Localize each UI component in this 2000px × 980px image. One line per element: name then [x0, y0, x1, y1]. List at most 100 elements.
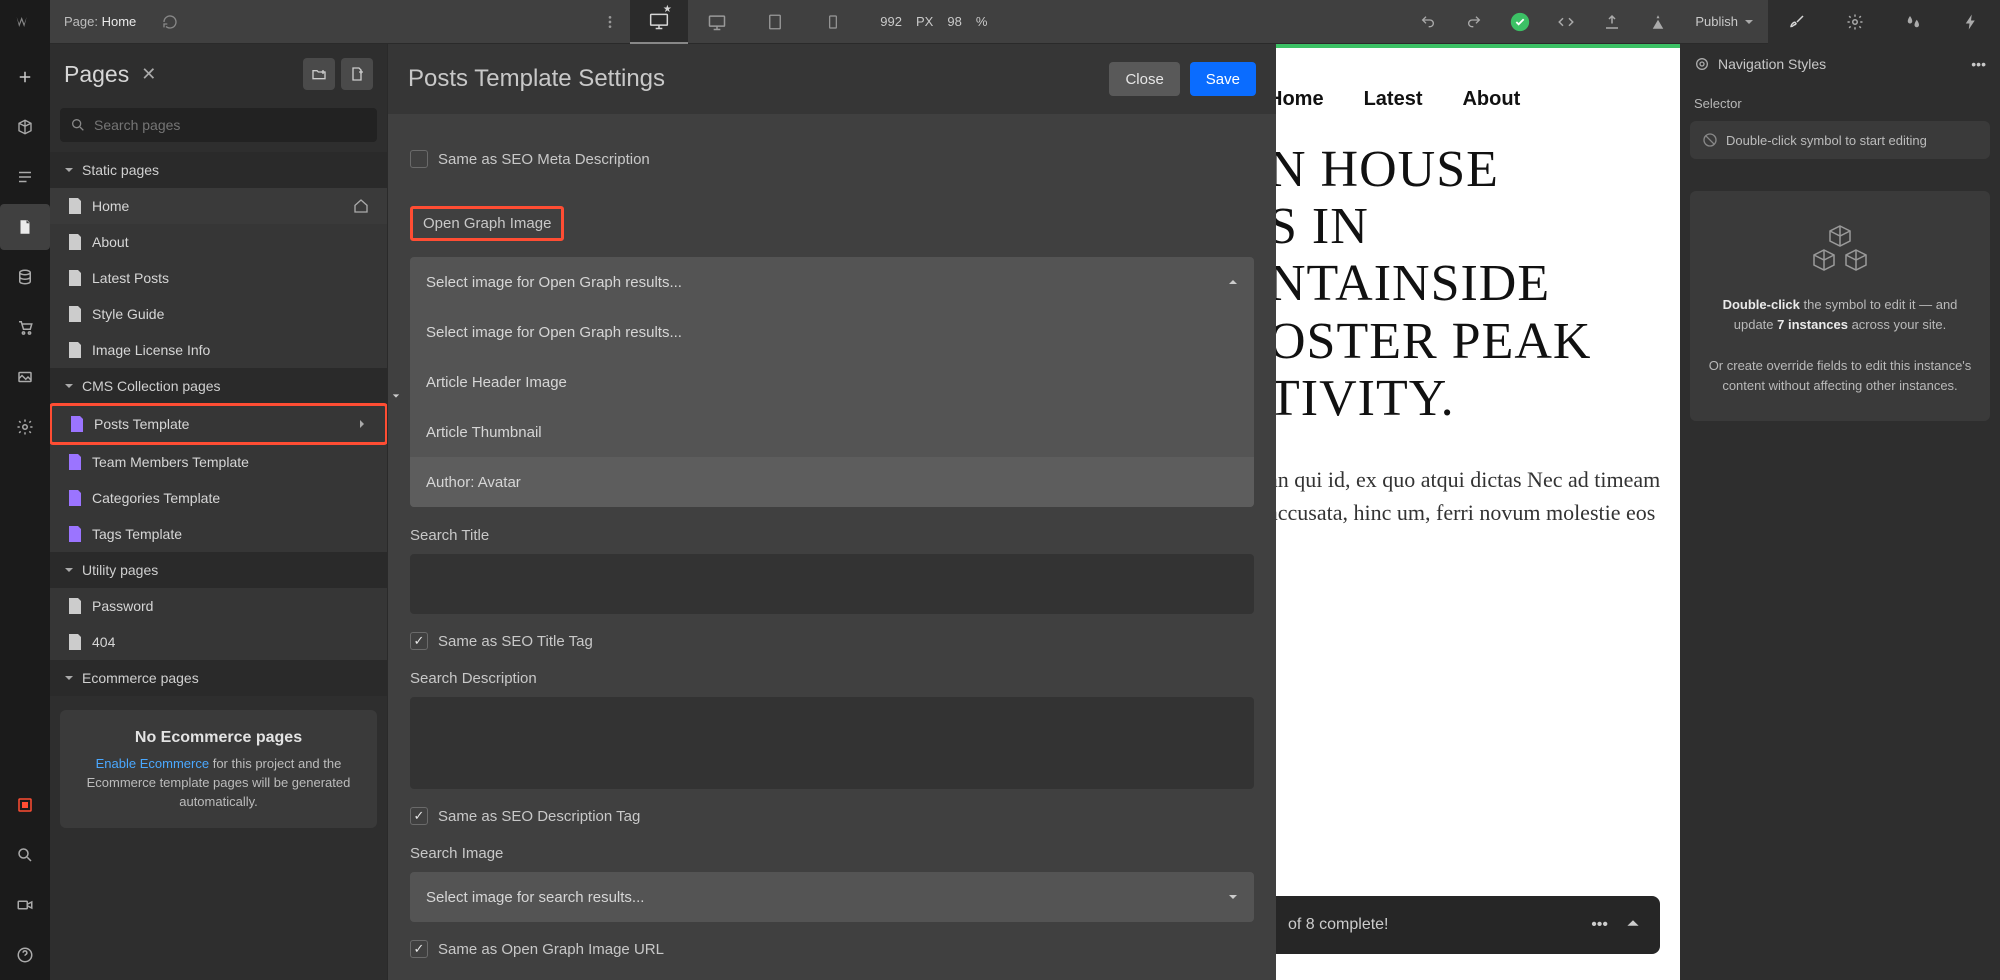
checkbox-checked-icon[interactable]	[410, 632, 428, 650]
add-icon[interactable]	[0, 54, 50, 100]
search-description-label: Search Description	[410, 670, 1254, 687]
bolt-icon[interactable]	[1942, 0, 2000, 44]
page-item-team-members[interactable]: Team Members Template	[50, 444, 387, 480]
desktop-large-icon[interactable]: ★	[630, 0, 688, 44]
audit-icon[interactable]	[1635, 0, 1681, 44]
page-prefix: Page:	[64, 14, 98, 29]
symbol-help-card: Double-click the symbol to edit it — and…	[1690, 191, 1990, 421]
phone-icon[interactable]	[804, 0, 862, 44]
settings-modal: Posts Template Settings Close Save Same …	[388, 44, 1276, 980]
search-input[interactable]	[94, 117, 367, 133]
collapse-caret-icon[interactable]	[388, 384, 404, 408]
save-button[interactable]: Save	[1190, 62, 1256, 96]
search-image-label: Search Image	[410, 845, 1254, 862]
nav-item-latest[interactable]: Latest	[1364, 88, 1423, 111]
search-image-select[interactable]: Select image for search results...	[410, 872, 1254, 922]
help-icon[interactable]	[0, 932, 50, 978]
drops-icon[interactable]	[1884, 0, 1942, 44]
assets-icon[interactable]	[0, 354, 50, 400]
ecommerce-icon[interactable]	[0, 304, 50, 350]
page-item-password[interactable]: Password	[50, 588, 387, 624]
og-image-label: Open Graph Image	[410, 206, 564, 241]
search-icon[interactable]	[0, 832, 50, 878]
search-description-input[interactable]	[410, 697, 1254, 789]
og-image-dropdown: Select image for Open Graph results... A…	[410, 307, 1254, 507]
more-icon[interactable]: •••	[1971, 56, 1986, 72]
page-item-home[interactable]: Home	[50, 188, 387, 224]
brush-icon[interactable]	[1768, 0, 1826, 44]
status-ok-icon[interactable]	[1497, 0, 1543, 44]
settings-icon[interactable]	[0, 404, 50, 450]
publish-button[interactable]: Publish	[1681, 14, 1768, 29]
refresh-icon[interactable]	[150, 0, 190, 44]
checkbox-checked-icon[interactable]	[410, 807, 428, 825]
same-og-url-row[interactable]: Same as Open Graph Image URL	[410, 940, 1254, 958]
page-item-tags[interactable]: Tags Template	[50, 516, 387, 552]
ecommerce-pages-section[interactable]: Ecommerce pages	[50, 660, 387, 696]
page-item-posts-template[interactable]: Posts Template	[50, 403, 388, 445]
enable-ecommerce-link[interactable]: Enable Ecommerce	[96, 756, 209, 771]
canvas-dimensions: 992 PX 98 %	[862, 14, 1005, 29]
export-icon[interactable]	[1589, 0, 1635, 44]
nav-icon[interactable]	[0, 154, 50, 200]
cubes-icon	[1706, 217, 1974, 281]
close-icon[interactable]: ✕	[141, 64, 156, 85]
desktop-icon[interactable]	[688, 0, 746, 44]
search-image-value: Select image for search results...	[426, 889, 644, 906]
page-item-style-guide[interactable]: Style Guide	[50, 296, 387, 332]
pages-search[interactable]	[60, 108, 377, 142]
cube-icon[interactable]	[0, 104, 50, 150]
page-item-categories[interactable]: Categories Template	[50, 480, 387, 516]
same-seo-title-row[interactable]: Same as SEO Title Tag	[410, 632, 1254, 650]
og-select-value: Select image for Open Graph results...	[426, 274, 682, 291]
pages-icon[interactable]	[0, 204, 50, 250]
selector-hint: Double-click symbol to start editing	[1690, 121, 1990, 159]
new-folder-icon[interactable]	[303, 58, 335, 90]
selector-hint-text: Double-click symbol to start editing	[1726, 133, 1927, 148]
cms-icon[interactable]	[0, 254, 50, 300]
more-icon[interactable]: •••	[1591, 916, 1608, 934]
record-icon[interactable]	[0, 782, 50, 828]
new-page-icon[interactable]	[341, 58, 373, 90]
nav-item-home[interactable]: Home	[1268, 88, 1324, 111]
close-button[interactable]: Close	[1109, 62, 1179, 96]
home-badge-icon	[353, 198, 369, 214]
pages-panel-header: Pages ✕	[50, 44, 387, 104]
gear-icon[interactable]	[1826, 0, 1884, 44]
og-image-select[interactable]: Select image for Open Graph results...	[410, 257, 1254, 307]
checkbox-checked-icon[interactable]	[410, 940, 428, 958]
page-item-image-license[interactable]: Image License Info	[50, 332, 387, 368]
og-option-header-image[interactable]: Article Header Image	[410, 357, 1254, 407]
page-item-404[interactable]: 404	[50, 624, 387, 660]
zoom-value: 98	[947, 14, 961, 29]
page-item-latest-posts[interactable]: Latest Posts	[50, 260, 387, 296]
onboarding-progress[interactable]: of 8 complete! •••	[1268, 896, 1660, 954]
redo-icon[interactable]	[1451, 0, 1497, 44]
og-option-thumbnail[interactable]: Article Thumbnail	[410, 407, 1254, 457]
app-logo[interactable]	[0, 0, 50, 44]
chevron-up-icon[interactable]	[1626, 916, 1640, 930]
top-bar: Page: Home ★ 992 PX 98 % Publish	[0, 0, 2000, 44]
nav-item-about[interactable]: About	[1462, 88, 1520, 111]
selector-label: Selector	[1680, 84, 2000, 115]
og-option-placeholder[interactable]: Select image for Open Graph results...	[410, 307, 1254, 357]
og-option-author-avatar[interactable]: Author: Avatar	[410, 457, 1254, 507]
video-icon[interactable]	[0, 882, 50, 928]
tablet-icon[interactable]	[746, 0, 804, 44]
page-item-about[interactable]: About	[50, 224, 387, 260]
same-meta-desc-row[interactable]: Same as SEO Meta Description	[410, 150, 1254, 168]
code-icon[interactable]	[1543, 0, 1589, 44]
utility-pages-section[interactable]: Utility pages	[50, 552, 387, 588]
target-icon	[1694, 56, 1710, 72]
search-title-input[interactable]	[410, 554, 1254, 614]
canvas-headline: N HOUSE S IN NTAINSIDE OSTER PEAK TIVITY…	[1268, 141, 1670, 427]
current-page-label[interactable]: Page: Home	[50, 14, 150, 29]
undo-icon[interactable]	[1405, 0, 1451, 44]
static-pages-section[interactable]: Static pages	[50, 152, 387, 188]
same-seo-desc-row[interactable]: Same as SEO Description Tag	[410, 807, 1254, 825]
same-seo-desc-label: Same as SEO Description Tag	[438, 808, 640, 825]
kebab-icon[interactable]	[590, 14, 630, 30]
cms-pages-section[interactable]: CMS Collection pages	[50, 368, 387, 404]
canvas-preview: Home Latest About N HOUSE S IN NTAINSIDE…	[1268, 44, 1680, 980]
checkbox-icon[interactable]	[410, 150, 428, 168]
